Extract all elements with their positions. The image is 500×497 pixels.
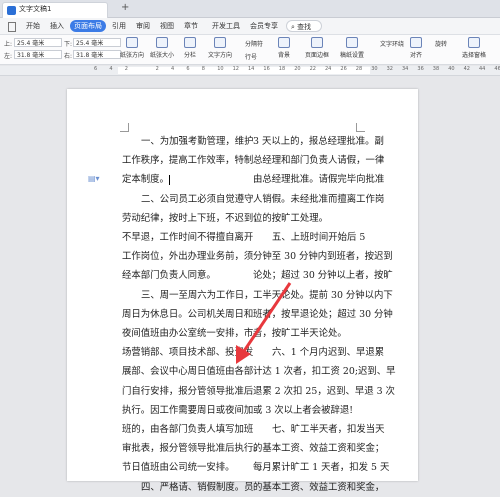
annotation-arrow	[236, 282, 292, 364]
annotation-arrow-shaft	[238, 282, 292, 358]
annotation-arrow-head	[236, 345, 251, 364]
